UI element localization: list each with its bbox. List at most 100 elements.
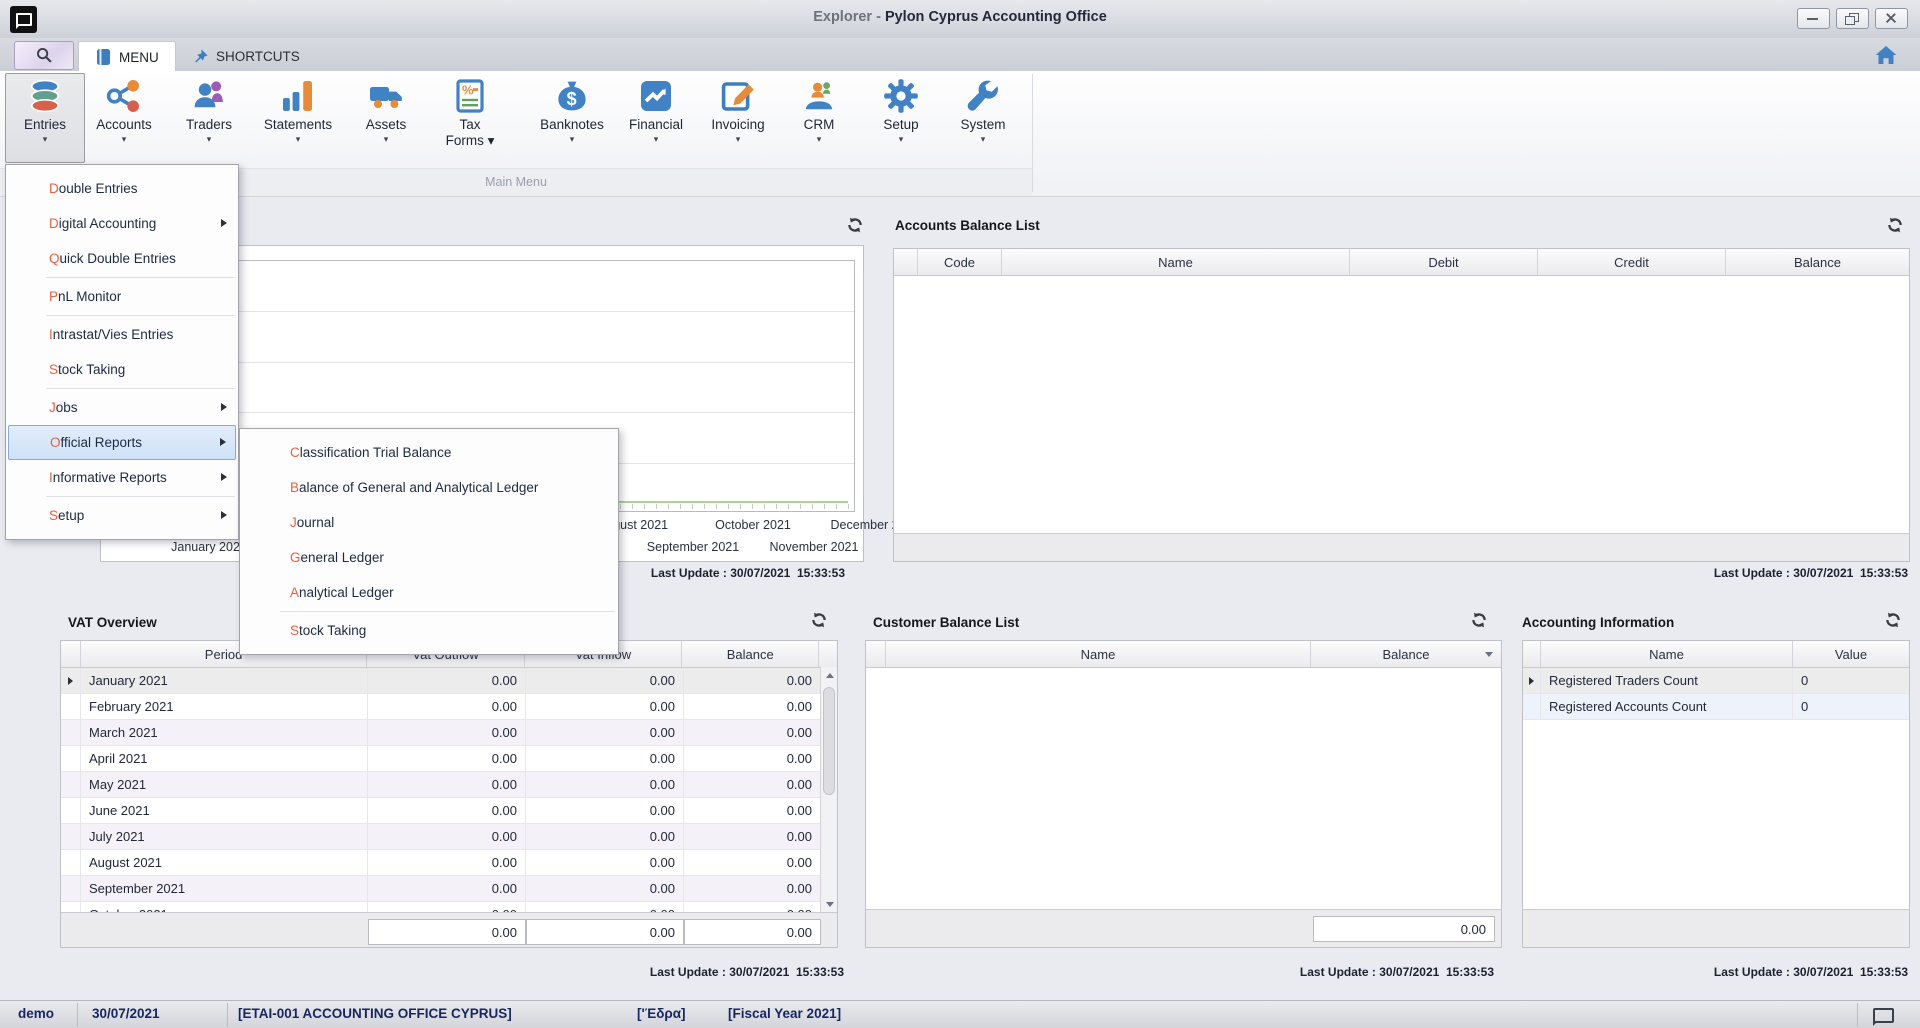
traders-people-icon xyxy=(190,77,228,115)
refresh-icon xyxy=(1886,216,1904,234)
scroll-down-arrow[interactable] xyxy=(826,902,834,907)
table-row[interactable]: June 20210.000.000.00 xyxy=(61,798,837,824)
search-button[interactable] xyxy=(14,41,74,70)
table-row[interactable]: May 20210.000.000.00 xyxy=(61,772,837,798)
table-row[interactable]: August 20210.000.000.00 xyxy=(61,850,837,876)
table-row[interactable]: April 20210.000.000.00 xyxy=(61,746,837,772)
submenu-item-stock-taking[interactable]: Stock Taking xyxy=(240,613,618,648)
refresh-button[interactable] xyxy=(810,611,828,629)
period-cell: July 2021 xyxy=(81,824,368,849)
amount-cell: 0.00 xyxy=(368,798,526,823)
official-reports-submenu: Classification Trial BalanceBalance of G… xyxy=(239,428,619,655)
column-header-code[interactable]: Code xyxy=(918,249,1002,275)
menu-item-quick-double-entries[interactable]: Quick Double Entries xyxy=(6,241,238,276)
table-row[interactable]: Registered Accounts Count 0 xyxy=(1523,694,1909,720)
filter-dropdown-icon[interactable] xyxy=(1485,652,1493,657)
table-row[interactable]: January 20210.000.000.00 xyxy=(61,668,837,694)
column-header-debit[interactable]: Debit xyxy=(1350,249,1538,275)
menu-item-digital-accounting[interactable]: Digital Accounting xyxy=(6,206,238,241)
menu-item-intrastat-vies-entries[interactable]: Intrastat/Vies Entries xyxy=(6,317,238,352)
table-row[interactable]: February 20210.000.000.00 xyxy=(61,694,837,720)
refresh-button[interactable] xyxy=(1886,216,1904,234)
menu-item-mnemonic: J xyxy=(49,400,56,415)
last-update-label: Last Update : 30/07/2021 15:33:53 xyxy=(651,566,845,580)
accounting-information-panel: Accounting Information Name Value Regist… xyxy=(1522,605,1910,948)
menu-item-label: uick Double Entries xyxy=(60,251,176,266)
scroll-up-arrow[interactable] xyxy=(826,673,834,678)
amount-cell: 0.00 xyxy=(526,876,684,901)
tab-menu[interactable]: MENU xyxy=(78,41,176,72)
submenu-item-classification-trial-balance[interactable]: Classification Trial Balance xyxy=(240,435,618,470)
column-header-name[interactable]: Name xyxy=(1002,249,1350,275)
submenu-item-journal[interactable]: Journal xyxy=(240,505,618,540)
restore-button[interactable] xyxy=(1836,8,1869,29)
menu-item-mnemonic: G xyxy=(290,550,301,565)
ribbon-button-entries[interactable]: Entries▾ xyxy=(5,73,85,163)
column-header-balance[interactable]: Balance xyxy=(1726,249,1909,275)
menu-item-jobs[interactable]: Jobs xyxy=(6,390,238,425)
refresh-icon xyxy=(846,216,864,234)
ribbon-button-traders[interactable]: Traders▾ xyxy=(168,73,250,163)
minimize-button[interactable] xyxy=(1797,8,1830,29)
table-row[interactable]: March 20210.000.000.00 xyxy=(61,720,837,746)
table-row[interactable]: July 20210.000.000.00 xyxy=(61,824,837,850)
column-header-name[interactable]: Name xyxy=(886,641,1311,667)
table-row[interactable]: Registered Traders Count 0 xyxy=(1523,668,1909,694)
ribbon-button-invoicing[interactable]: Invoicing▾ xyxy=(696,73,780,163)
chart-axis-tick xyxy=(620,504,621,509)
refresh-button[interactable] xyxy=(1470,611,1488,629)
column-header-name[interactable]: Name xyxy=(1541,641,1793,667)
message-bubble-icon[interactable] xyxy=(1873,1008,1894,1023)
column-header-value[interactable]: Value xyxy=(1793,641,1909,667)
ribbon-button-accounts[interactable]: Accounts▾ xyxy=(83,73,165,163)
chart-axis-tick xyxy=(716,504,717,509)
chevron-down-icon: ▾ xyxy=(296,135,301,144)
ribbon-button-tax-forms[interactable]: %Tax Forms ▾ xyxy=(428,73,512,163)
ribbon-button-statements[interactable]: Statements▾ xyxy=(255,73,341,163)
amount-cell: 0.00 xyxy=(526,746,684,771)
table-row[interactable]: September 20210.000.000.00 xyxy=(61,876,837,902)
submenu-item-general-ledger[interactable]: General Ledger xyxy=(240,540,618,575)
menu-item-informative-reports[interactable]: Informative Reports xyxy=(6,460,238,495)
menu-item-setup[interactable]: Setup xyxy=(6,498,238,533)
submenu-item-balance-of-general-and-analytical-ledger[interactable]: Balance of General and Analytical Ledger xyxy=(240,470,618,505)
accounts-balance-panel: Accounts Balance List Code Name Debit Cr… xyxy=(893,208,1910,562)
ribbon-button-crm[interactable]: CRM▾ xyxy=(778,73,860,163)
refresh-button[interactable] xyxy=(846,216,864,234)
column-header-credit[interactable]: Credit xyxy=(1538,249,1726,275)
period-cell: February 2021 xyxy=(81,694,368,719)
ribbon-button-setup[interactable]: Setup▾ xyxy=(860,73,942,163)
menu-item-double-entries[interactable]: Double Entries xyxy=(6,171,238,206)
refresh-button[interactable] xyxy=(1884,611,1902,629)
amount-cell: 0.00 xyxy=(684,694,821,719)
menu-item-pnl-monitor[interactable]: PnL Monitor xyxy=(6,279,238,314)
amount-cell: 0.00 xyxy=(684,668,821,693)
menu-item-stock-taking[interactable]: Stock Taking xyxy=(6,352,238,387)
row-indicator-header xyxy=(61,641,81,667)
amount-cell: 0.00 xyxy=(368,850,526,875)
chevron-down-icon: ▾ xyxy=(654,135,659,144)
ribbon-button-assets[interactable]: Assets▾ xyxy=(345,73,427,163)
ribbon-tab-row: MENU SHORTCUTS xyxy=(0,38,1920,71)
ribbon-button-financial[interactable]: Financial▾ xyxy=(614,73,698,163)
tab-shortcuts[interactable]: SHORTCUTS xyxy=(176,41,316,71)
ribbon-button-system[interactable]: System▾ xyxy=(942,73,1024,163)
submenu-item-analytical-ledger[interactable]: Analytical Ledger xyxy=(240,575,618,610)
menu-item-label: obs xyxy=(56,400,78,415)
menu-item-official-reports[interactable]: Official Reports xyxy=(8,425,236,460)
scrollbar-thumb[interactable] xyxy=(823,687,835,795)
svg-text:%: % xyxy=(462,82,474,97)
entries-dropdown-menu: Double EntriesDigital AccountingQuick Do… xyxy=(5,164,239,540)
ribbon-button-banknotes[interactable]: $Banknotes▾ xyxy=(529,73,615,163)
financial-chart-icon xyxy=(637,77,675,115)
column-header-balance[interactable]: Balance xyxy=(1311,641,1501,667)
menu-item-mnemonic: S xyxy=(290,623,299,638)
chart-axis-tick xyxy=(788,504,789,509)
amount-cell: 0.00 xyxy=(526,668,684,693)
vertical-scrollbar[interactable] xyxy=(820,667,837,913)
last-update-label: Last Update : 30/07/2021 15:33:53 xyxy=(650,965,844,979)
menu-item-label: nformative Reports xyxy=(53,470,167,485)
close-button[interactable] xyxy=(1875,8,1908,29)
home-button[interactable] xyxy=(1874,44,1898,66)
column-header-balance[interactable]: Balance xyxy=(682,641,819,667)
